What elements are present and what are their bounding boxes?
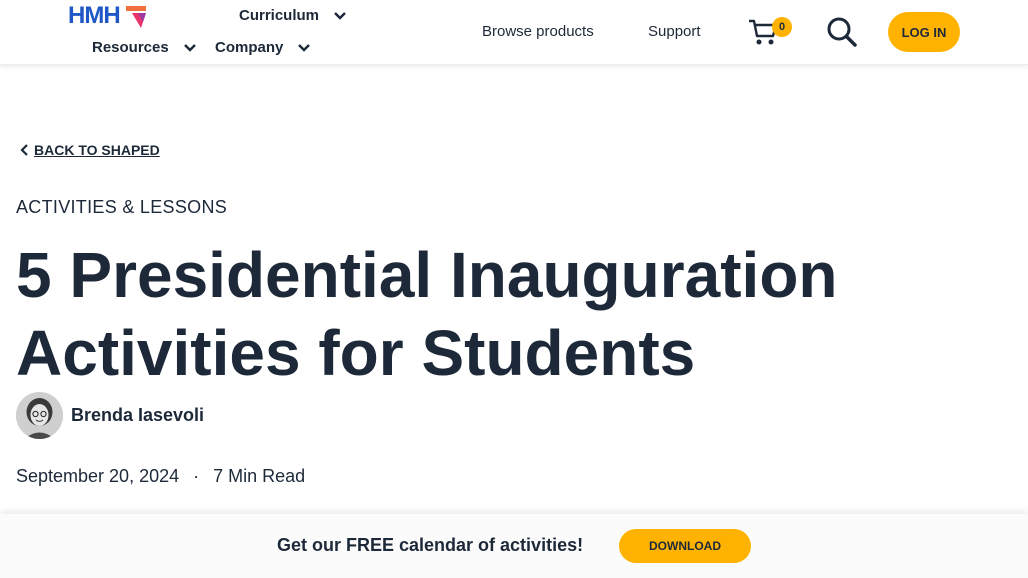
nav-company[interactable]: Company bbox=[215, 39, 311, 56]
nav-resources[interactable]: Resources bbox=[92, 39, 197, 56]
author-name[interactable]: Brenda Iasevoli bbox=[71, 405, 204, 426]
back-link-label: BACK TO SHAPED bbox=[34, 142, 160, 158]
logo-text: HMH bbox=[68, 2, 121, 29]
chevron-down-icon bbox=[298, 43, 311, 52]
publish-date: September 20, 2024 bbox=[16, 466, 180, 486]
browse-products-link[interactable]: Browse products bbox=[482, 23, 594, 40]
meta-separator: · bbox=[193, 466, 200, 486]
cart-count-badge: 0 bbox=[772, 17, 792, 37]
nav-curriculum[interactable]: Curriculum bbox=[239, 7, 347, 24]
article-title: 5 Presidential Inauguration Activities f… bbox=[16, 239, 838, 389]
nav-resources-label: Resources bbox=[92, 39, 169, 56]
search-icon[interactable] bbox=[826, 16, 858, 48]
chevron-down-icon bbox=[334, 11, 346, 20]
author-avatar bbox=[16, 392, 63, 439]
nav-company-label: Company bbox=[215, 39, 284, 56]
article-category: ACTIVITIES & LESSONS bbox=[16, 197, 228, 217]
promo-text: Get our FREE calendar of activities! bbox=[277, 535, 584, 555]
chevron-down-icon bbox=[183, 43, 196, 52]
site-header: HMH Curriculum Resources Company Browse … bbox=[0, 0, 1028, 65]
avatar-photo bbox=[16, 392, 63, 439]
back-link[interactable]: BACK TO SHAPED bbox=[20, 142, 160, 158]
logo-mark-icon bbox=[125, 6, 146, 28]
author-row: Brenda Iasevoli bbox=[16, 392, 204, 439]
hmh-logo[interactable]: HMH bbox=[68, 2, 150, 30]
download-button[interactable]: DOWNLOAD bbox=[619, 529, 751, 563]
cart-button[interactable]: 0 bbox=[748, 14, 792, 48]
promo-bar: Get our FREE calendar of activities! DOW… bbox=[0, 514, 1028, 578]
support-link[interactable]: Support bbox=[648, 23, 701, 40]
chevron-left-icon bbox=[20, 144, 28, 156]
nav-curriculum-label: Curriculum bbox=[239, 7, 320, 24]
read-time: 7 Min Read bbox=[213, 466, 306, 486]
article-meta: September 20, 2024 · 7 Min Read bbox=[16, 466, 305, 487]
login-button[interactable]: LOG IN bbox=[888, 12, 960, 52]
